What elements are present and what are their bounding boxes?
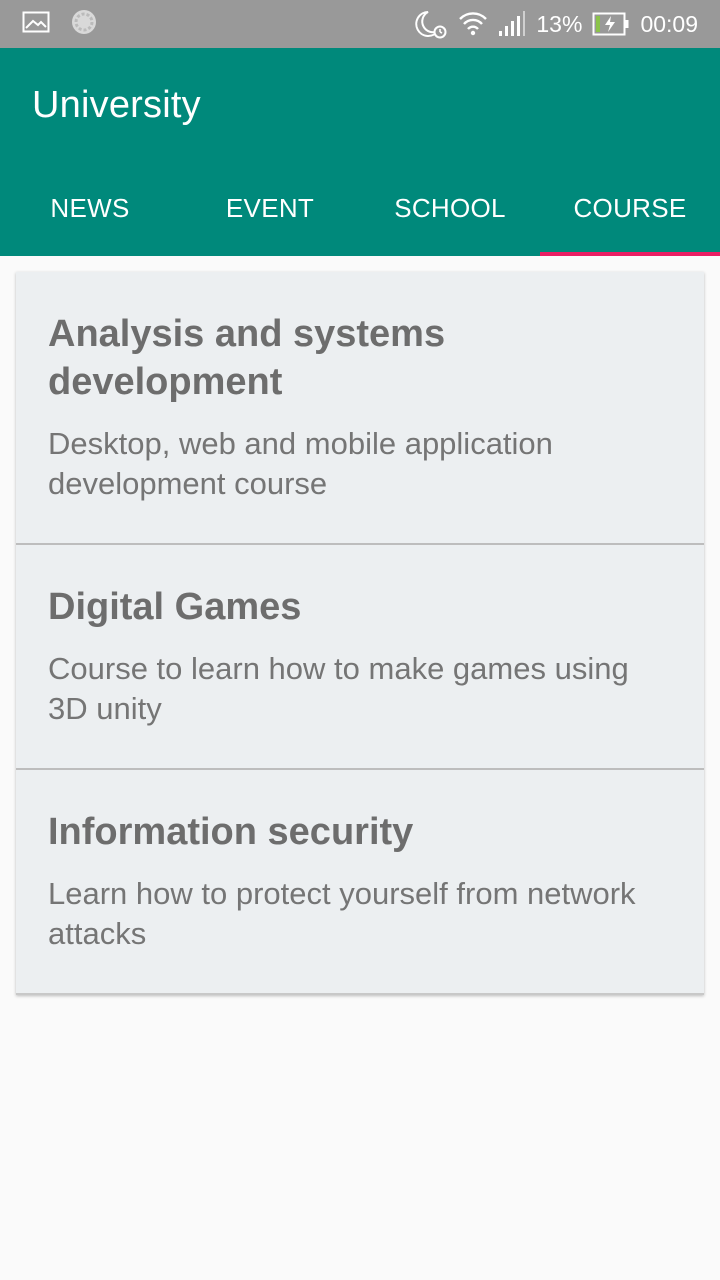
course-card[interactable]: Information security Learn how to protec… xyxy=(16,770,704,995)
course-card[interactable]: Analysis and systems development Desktop… xyxy=(16,272,704,545)
tab-event[interactable]: EVENT xyxy=(180,160,360,256)
tab-bar: NEWS EVENT SCHOOL COURSE xyxy=(0,160,720,256)
battery-percent: 13% xyxy=(536,10,583,37)
course-description: Learn how to protect yourself from netwo… xyxy=(48,876,636,951)
course-card[interactable]: Digital Games Course to learn how to mak… xyxy=(16,545,704,770)
image-icon xyxy=(22,11,50,38)
course-description: Course to learn how to make games using … xyxy=(48,651,629,726)
course-title: Information security xyxy=(48,811,414,853)
battery-icon xyxy=(592,12,630,36)
status-bar: 13% 00:09 xyxy=(0,0,720,48)
app-bar: University NEWS EVENT SCHOOL COURSE xyxy=(0,48,720,256)
tab-school[interactable]: SCHOOL xyxy=(360,160,540,256)
signal-icon xyxy=(498,11,526,37)
status-left xyxy=(22,8,98,41)
tab-course[interactable]: COURSE xyxy=(540,160,720,256)
course-description: Desktop, web and mobile application deve… xyxy=(48,426,553,501)
night-alarm-icon xyxy=(414,9,448,39)
course-title: Analysis and systems development xyxy=(48,313,446,403)
card-list: Analysis and systems development Desktop… xyxy=(16,272,704,995)
status-time: 00:09 xyxy=(640,10,698,37)
status-right: 13% 00:09 xyxy=(414,9,698,39)
app-title: University xyxy=(32,84,201,126)
tab-news[interactable]: NEWS xyxy=(0,160,180,256)
sync-icon xyxy=(70,8,98,41)
wifi-icon xyxy=(458,9,488,39)
course-list: Analysis and systems development Desktop… xyxy=(0,256,720,995)
course-title: Digital Games xyxy=(48,586,302,628)
